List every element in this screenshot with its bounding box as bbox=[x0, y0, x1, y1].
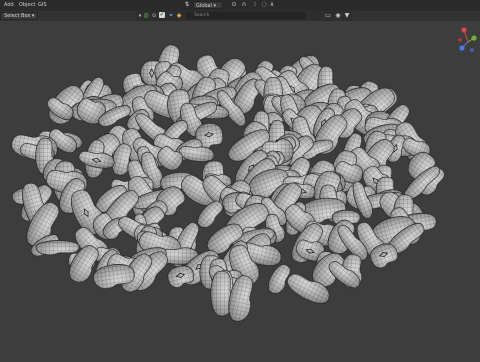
screen-icon[interactable]: ▭ bbox=[324, 12, 332, 20]
eye-icon[interactable]: ◉ bbox=[334, 12, 342, 20]
select-mode-dropdown[interactable]: Select Box ▾ bbox=[0, 12, 39, 20]
link-icon[interactable]: ⚭ bbox=[167, 12, 175, 20]
orientation-label: Global bbox=[196, 3, 212, 9]
pivot-icon[interactable]: ⊙ bbox=[230, 1, 238, 9]
menu-gis[interactable]: GIS bbox=[38, 2, 47, 8]
proportional-falloff-icon[interactable]: ∧ bbox=[268, 1, 276, 9]
gizmo-neg-x-handle[interactable] bbox=[458, 38, 462, 42]
checkbox-icon[interactable]: ✓ bbox=[159, 12, 165, 18]
menu-add[interactable]: Add bbox=[4, 2, 14, 8]
navigation-gizmo[interactable] bbox=[456, 26, 480, 56]
proportional-edit-icon[interactable]: ◌ bbox=[260, 1, 268, 9]
magnet-icon[interactable]: ∩ bbox=[240, 1, 248, 9]
gizmo-z-handle[interactable] bbox=[459, 45, 465, 51]
select-mode-label: Select Box bbox=[4, 13, 31, 19]
orientation-dropdown[interactable]: Global ▾ bbox=[193, 1, 223, 9]
view-layer-icon[interactable]: ◎ bbox=[142, 12, 150, 20]
orientation-icon[interactable]: ⇅ bbox=[183, 1, 191, 9]
menu-object[interactable]: Object bbox=[19, 2, 35, 8]
gizmo-neg-z-handle[interactable] bbox=[470, 48, 474, 52]
sync-icon[interactable]: ⊙ bbox=[150, 12, 158, 20]
bean-mesh bbox=[35, 240, 80, 256]
snap-target-icon[interactable]: ⁝ bbox=[251, 1, 259, 9]
3d-viewport[interactable] bbox=[0, 21, 480, 360]
filter-icon[interactable]: ▼ bbox=[343, 12, 351, 20]
outliner-search-input[interactable]: Search bbox=[186, 12, 306, 19]
object-icon[interactable]: ◆ bbox=[175, 12, 183, 20]
gizmo-y-handle[interactable] bbox=[471, 35, 477, 41]
gizmo-x-handle[interactable] bbox=[461, 27, 467, 33]
bean-pile-render bbox=[11, 44, 445, 322]
